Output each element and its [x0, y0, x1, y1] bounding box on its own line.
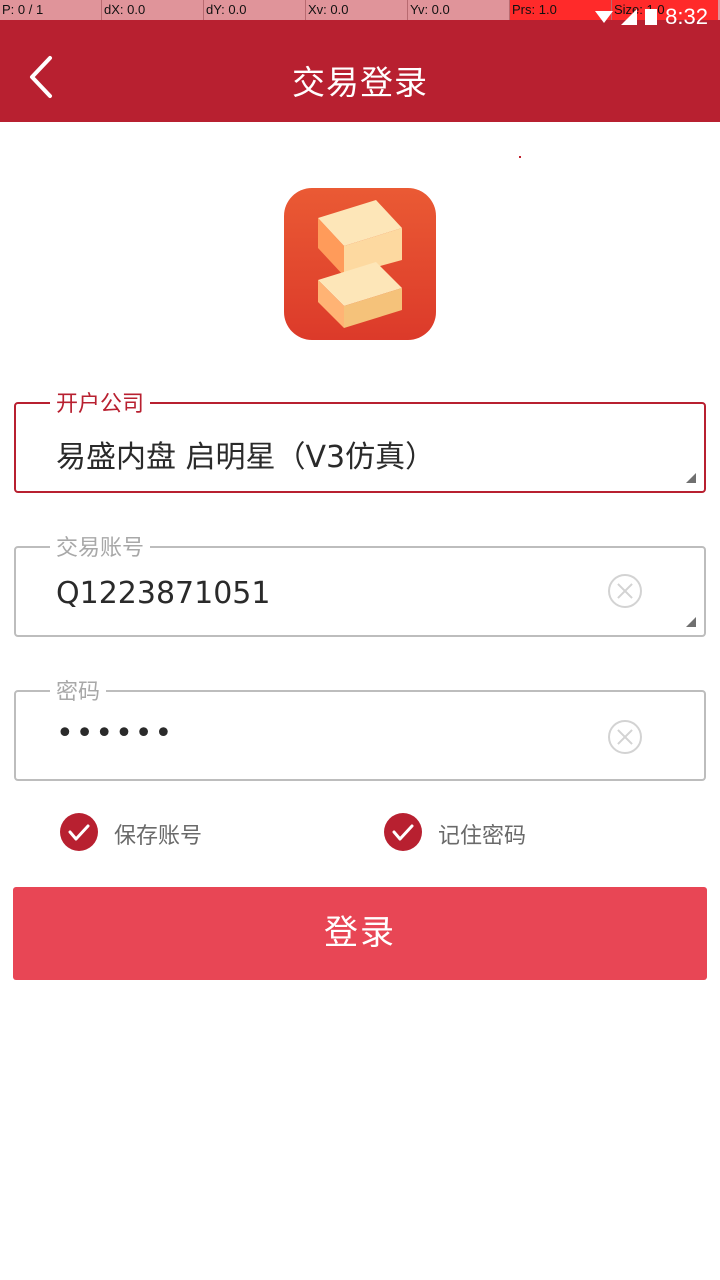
account-label: 交易账号 — [50, 530, 151, 562]
debug-pointer: P: 0 / 1 — [0, 0, 102, 20]
company-value: 易盛内盘 启明星（V3仿真） — [56, 440, 436, 475]
checkmark-icon — [68, 824, 90, 841]
account-field[interactable]: 交易账号 Q1223871051 — [14, 530, 706, 637]
title-bar: 交易登录 — [0, 20, 720, 122]
battery-icon — [645, 9, 658, 25]
clear-account-icon[interactable] — [608, 574, 642, 608]
decorative-dot — [519, 156, 521, 158]
company-label: 开户公司 — [50, 386, 151, 418]
dropdown-corner-icon[interactable] — [686, 617, 696, 627]
debug-yv: Yv: 0.0 — [408, 0, 510, 20]
company-select[interactable]: 开户公司 易盛内盘 启明星（V3仿真） — [14, 386, 706, 493]
remember-password-checkbox[interactable] — [384, 813, 422, 851]
account-value: Q1223871051 — [56, 576, 271, 611]
save-account-checkbox[interactable] — [60, 813, 98, 851]
debug-xv: Xv: 0.0 — [306, 0, 408, 20]
password-value: •••••• — [56, 716, 175, 751]
password-label: 密码 — [50, 674, 107, 706]
debug-dx: dX: 0.0 — [102, 0, 204, 20]
app-logo — [284, 188, 436, 340]
dropdown-corner-icon — [686, 473, 696, 483]
checkmark-icon — [392, 824, 414, 841]
status-time: 8:32 — [665, 4, 708, 29]
page-title: 交易登录 — [292, 63, 428, 102]
password-field[interactable]: 密码 •••••• — [14, 674, 706, 781]
save-account-label[interactable]: 保存账号 — [114, 818, 202, 850]
status-bar-icons: 8:32 — [595, 4, 708, 30]
signal-icon — [621, 9, 638, 25]
remember-password-label[interactable]: 记住密码 — [438, 818, 526, 850]
login-button[interactable]: 登录 — [13, 887, 707, 980]
s-logo-icon — [318, 200, 402, 328]
clear-password-icon[interactable] — [608, 720, 642, 754]
wifi-icon — [595, 11, 614, 23]
debug-dy: dY: 0.0 — [204, 0, 306, 20]
